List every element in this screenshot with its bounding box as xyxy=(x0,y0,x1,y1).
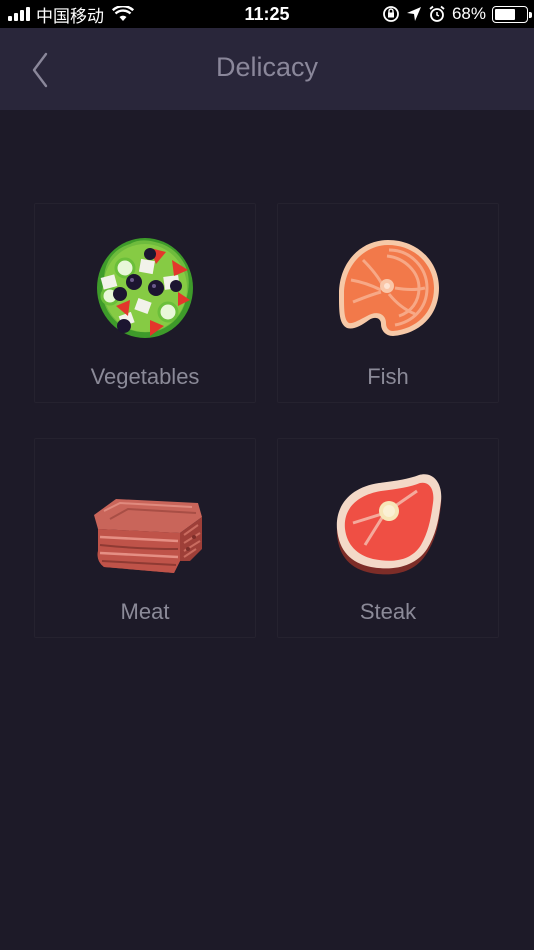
salmon-steak-icon xyxy=(339,240,439,336)
location-arrow-icon xyxy=(406,7,421,21)
steak-icon xyxy=(336,474,442,575)
meat-block-icon xyxy=(94,499,202,573)
category-tile-vegetables[interactable]: Vegetables xyxy=(34,203,256,403)
battery-percent: 68% xyxy=(451,4,486,23)
category-label: Meat xyxy=(120,599,170,624)
category-label: Steak xyxy=(359,599,417,624)
status-bar: 中国移动 11:25 68% xyxy=(0,0,534,28)
category-tile-fish[interactable]: Fish xyxy=(277,203,499,403)
alarm-icon xyxy=(429,5,445,22)
page-title: Delicacy xyxy=(215,52,319,82)
salad-icon xyxy=(97,238,193,338)
category-tile-meat[interactable]: Meat xyxy=(34,438,256,638)
battery-fill xyxy=(495,8,515,20)
category-tile-steak[interactable]: Steak xyxy=(277,438,499,638)
category-label: Fish xyxy=(367,364,409,389)
rotation-lock-icon xyxy=(383,6,399,22)
category-label: Vegetables xyxy=(90,364,200,389)
battery-icon xyxy=(492,5,532,23)
nav-bar: Delicacy xyxy=(0,28,534,110)
status-right: 68% xyxy=(382,4,532,24)
